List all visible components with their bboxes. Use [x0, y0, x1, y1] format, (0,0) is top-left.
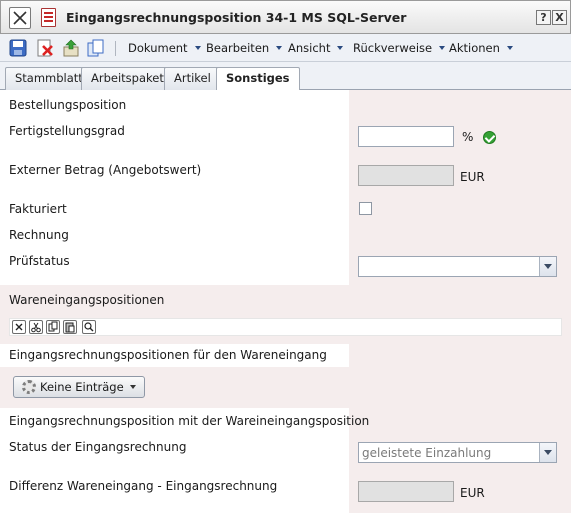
- paste-icon[interactable]: [63, 320, 77, 334]
- rechnung-label: Rechnung: [9, 228, 69, 242]
- er-position-we-label: Eingangsrechnungsposition mit der Warein…: [9, 414, 370, 428]
- menu-dokument[interactable]: Dokument: [128, 41, 201, 55]
- differenz-input: [358, 481, 454, 502]
- status-rechnung-select[interactable]: geleistete Einzahlung: [358, 442, 557, 463]
- close-button[interactable]: X: [552, 10, 567, 25]
- keine-eintraege-label: Keine Einträge: [40, 380, 124, 394]
- form-body: Bestellungsposition Fertigstellungsgrad …: [0, 90, 571, 513]
- copy-icon[interactable]: [87, 39, 105, 57]
- chevron-down-icon[interactable]: [539, 257, 556, 276]
- chevron-down-icon: [129, 385, 136, 389]
- externer-betrag-label: Externer Betrag (Angebotswert): [9, 163, 202, 177]
- status-rechnung-label: Status der Eingangsrechnung: [9, 440, 187, 454]
- delete-icon[interactable]: [36, 39, 54, 57]
- percent-unit: %: [462, 130, 474, 144]
- keine-eintraege-button[interactable]: Keine Einträge: [13, 376, 145, 398]
- menu-aktionen[interactable]: Aktionen: [449, 41, 513, 55]
- wareneingang-label: Wareneingangspositionen: [9, 293, 165, 307]
- chevron-down-icon[interactable]: [539, 443, 556, 462]
- window-title: Eingangsrechnungsposition 34-1 MS SQL-Se…: [66, 10, 407, 25]
- cut-icon[interactable]: [29, 320, 43, 334]
- pruefstatus-label: Prüfstatus: [9, 254, 70, 268]
- fertigstellungsgrad-label: Fertigstellungsgrad: [9, 124, 125, 138]
- help-button[interactable]: ?: [536, 10, 551, 25]
- eur-unit: EUR: [460, 170, 485, 184]
- toolbar-separator: [115, 41, 116, 56]
- differenz-label: Differenz Wareneingang - Eingangsrechnun…: [9, 479, 278, 493]
- fakturiert-label: Fakturiert: [9, 202, 67, 216]
- gear-icon: [22, 380, 36, 394]
- menu-bearbeiten[interactable]: Bearbeiten: [206, 41, 283, 55]
- differenz-unit: EUR: [460, 486, 485, 500]
- pruefstatus-select[interactable]: [358, 256, 557, 277]
- copy-icon[interactable]: [46, 320, 60, 334]
- tab-stammblatt[interactable]: Stammblatt: [5, 67, 93, 90]
- window-titlebar: Eingangsrechnungsposition 34-1 MS SQL-Se…: [0, 0, 571, 34]
- tab-artikel[interactable]: Artikel: [164, 67, 221, 90]
- menu-rueckverweise[interactable]: Rückverweise: [353, 41, 446, 55]
- menu-ansicht[interactable]: Ansicht: [288, 41, 344, 55]
- check-icon: [483, 131, 496, 144]
- tab-sonstiges[interactable]: Sonstiges: [216, 67, 300, 91]
- tab-strip: Stammblatt Arbeitspaket Artikel Sonstige…: [0, 62, 571, 91]
- status-rechnung-value: geleistete Einzahlung: [362, 446, 492, 460]
- app-close-icon[interactable]: [9, 7, 31, 29]
- fakturiert-checkbox[interactable]: [359, 202, 372, 215]
- tab-arbeitspaket[interactable]: Arbeitspaket: [81, 67, 174, 90]
- externer-betrag-input: [358, 165, 454, 186]
- document-icon: [41, 8, 56, 27]
- bestellungsposition-label: Bestellungsposition: [9, 98, 127, 112]
- delete-icon[interactable]: [12, 320, 26, 334]
- toolbar: Dokument Bearbeiten Ansicht Rückverweise…: [0, 34, 571, 62]
- fertigstellungsgrad-input[interactable]: [358, 126, 454, 147]
- export-icon[interactable]: [62, 39, 80, 57]
- save-icon[interactable]: [9, 39, 27, 57]
- search-icon[interactable]: [82, 320, 96, 334]
- er-positionen-label: Eingangsrechnungspositionen für den Ware…: [9, 348, 327, 362]
- wareneingang-toolbar: [9, 318, 562, 336]
